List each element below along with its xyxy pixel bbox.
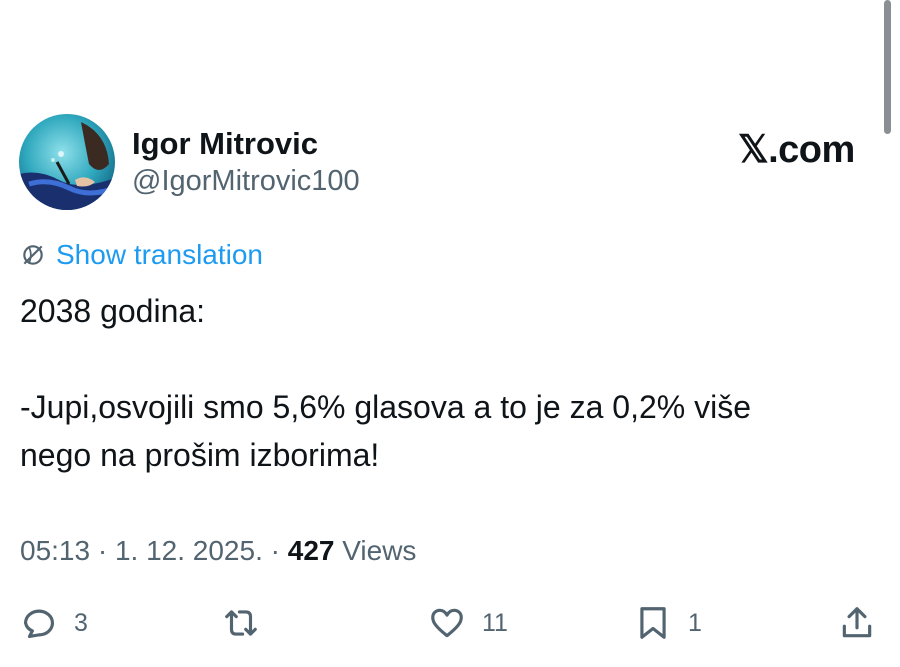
action-bar: 3 11 1	[0, 600, 900, 650]
tweet-line: nego na prošim izborima!	[20, 437, 380, 473]
bookmark-icon	[640, 607, 666, 639]
author-handle[interactable]: @IgorMitrovic100	[132, 165, 360, 198]
show-translation-link[interactable]: Show translation	[20, 238, 263, 272]
timestamp[interactable]: 05:13 · 1. 12. 2025. ·	[20, 535, 288, 566]
retweet-button[interactable]	[222, 600, 276, 646]
reply-button[interactable]: 3	[20, 600, 88, 646]
views-count: 427	[287, 535, 335, 566]
avatar-photo	[19, 114, 115, 210]
reply-icon	[23, 609, 55, 639]
author-name[interactable]: Igor Mitrovic	[132, 126, 318, 162]
show-translation-label[interactable]: Show translation	[56, 239, 263, 271]
share-button[interactable]	[838, 600, 876, 646]
bookmark-button[interactable]: 1	[634, 600, 702, 646]
tweet-text: 2038 godina: -Jupi,osvojili smo 5,6% gla…	[20, 287, 880, 479]
tweet-line: -Jupi,osvojili smo 5,6% glasova a to je …	[20, 389, 752, 425]
scrollbar[interactable]	[884, 0, 891, 134]
heart-icon	[431, 608, 463, 638]
views-label: Views	[334, 535, 417, 566]
bookmark-count: 1	[688, 608, 702, 637]
avatar[interactable]	[19, 114, 115, 210]
share-icon	[842, 607, 872, 638]
tweet-line: 2038 godina:	[20, 293, 206, 329]
globe-icon	[23, 245, 43, 265]
tweet-meta: 05:13 · 1. 12. 2025. · 427 Views	[20, 535, 416, 567]
like-button[interactable]: 11	[428, 600, 508, 646]
reply-count: 3	[74, 608, 88, 637]
brand-logo: 𝕏.com	[738, 129, 855, 171]
like-count: 11	[482, 608, 508, 637]
retweet-icon	[225, 610, 257, 636]
